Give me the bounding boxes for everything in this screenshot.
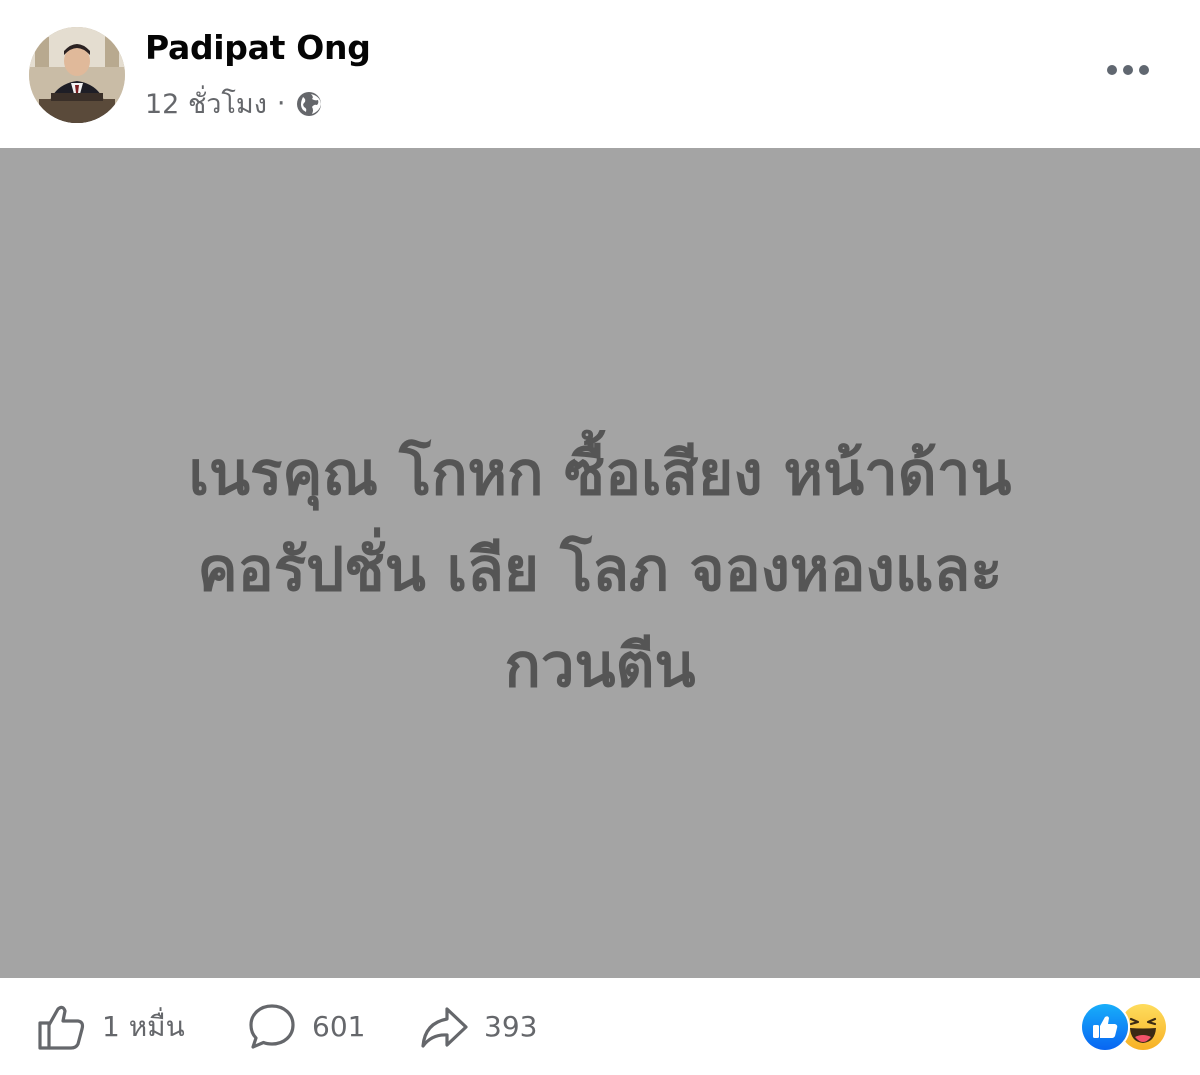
globe-icon[interactable] [294,89,324,119]
post-text: เนรคุณ โกหก ซื้อเสียง หน้าด้าน คอรัปชั่น… [80,426,1120,714]
comment-button[interactable]: 601 [246,978,365,1075]
like-button[interactable]: 1 หมื่น [36,978,185,1075]
comment-bubble-icon [249,1003,295,1049]
post-text-background: เนรคุณ โกหก ซื้อเสียง หน้าด้าน คอรัปชั่น… [0,148,1200,978]
comment-count: 601 [312,1010,366,1043]
avatar-image [29,27,125,123]
share-arrow-icon [421,1006,468,1048]
post-meta: 12 ชั่วโมง · [145,82,324,125]
post-header: Padipat Ong 12 ชั่วโมง · [0,0,1200,148]
reactions-summary[interactable] [1080,1002,1168,1052]
more-options-icon [1107,65,1149,75]
facebook-post: Padipat Ong 12 ชั่วโมง · เนรคุณ โกหก ซื้… [0,0,1200,1075]
share-count: 393 [484,1010,538,1043]
like-reaction-icon [1080,1002,1130,1052]
share-button[interactable]: 393 [418,978,537,1075]
timestamp[interactable]: 12 ชั่วโมง [145,82,267,125]
author-name[interactable]: Padipat Ong [145,28,371,67]
post-text-line-1: เนรคุณ โกหก ซื้อเสียง หน้าด้าน [188,439,1012,509]
post-text-line-3: กวนตีน [504,631,696,701]
avatar[interactable] [29,27,125,123]
more-options-button[interactable] [1102,52,1154,88]
post-text-line-2: คอรัปชั่น เลีย โลภ จองหองและ [197,535,1003,605]
like-count: 1 หมื่น [102,1009,185,1043]
meta-separator: · [276,88,286,119]
thumbs-up-icon [38,1005,85,1050]
post-footer: 1 หมื่น 601 393 [0,978,1200,1075]
